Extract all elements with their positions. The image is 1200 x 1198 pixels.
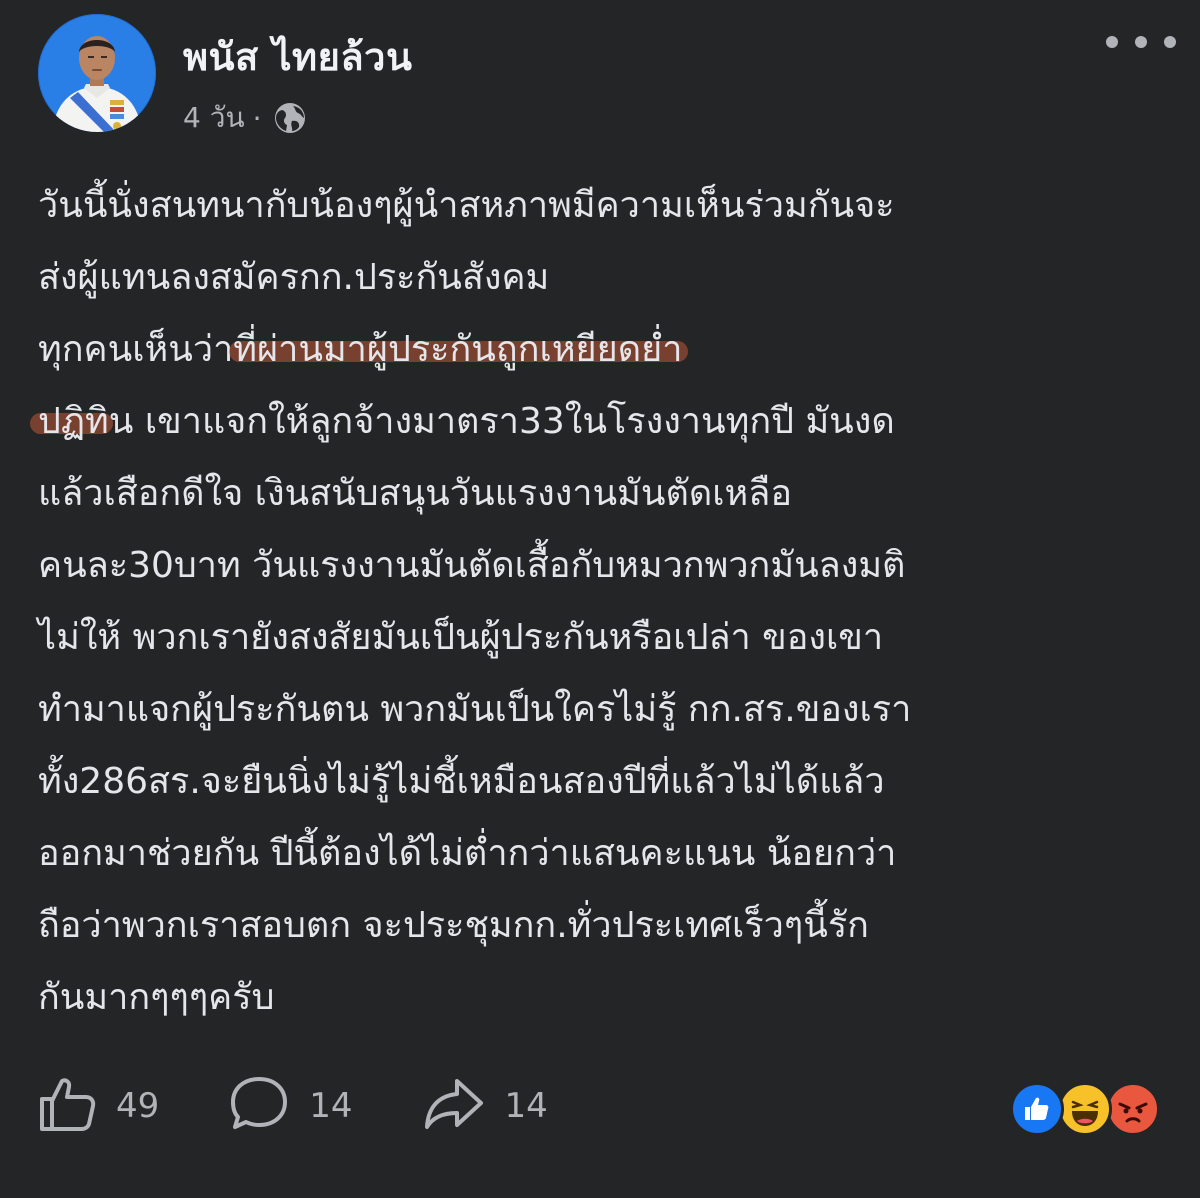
post-text-line: ออกมาช่วยกัน ปีนี้ต้องได้ไม่ต่ำกว่าแสนคะ… [38,818,1168,890]
author-name[interactable]: พนัส ไทยล้วน [183,26,412,87]
post-text-line: ทั้ง286สร.จะยืนนิ่งไม่รู้ไม่ชี้เหมือนสอง… [38,746,1168,818]
facebook-post: พนัส ไทยล้วน 4 วัน · วันนี้นั่งสนทนากับน… [0,0,1200,1198]
post-text-segment: ทุกคนเห็นว่า [38,329,234,370]
more-dots-icon [1164,36,1176,48]
angry-reaction-icon [1106,1082,1160,1136]
post-text-segment: ทั้ง286สร.จะยืนนิ่งไม่รู้ไม่ชี้เหมือนสอง… [38,761,885,802]
haha-reaction-icon [1058,1082,1112,1136]
highlighted-text: ที่ผ่านมาผู้ประกันถูกเหยียดย่ำ [233,329,683,370]
share-button[interactable]: 14 [423,1075,548,1137]
post-text-line: คนละ30บาท วันแรงงานมันตัดเสื้อกับหมวกพวก… [38,530,1168,602]
post-text-segment: น เขาแจกให้ลูกจ้างมาตรา33ในโรงงานทุกปี ม… [108,401,895,442]
meta-separator: · [252,101,262,135]
like-button[interactable]: 49 [38,1075,159,1137]
comment-bubble-icon [229,1075,289,1137]
share-count: 14 [504,1086,548,1126]
post-text-segment: ออกมาช่วยกัน ปีนี้ต้องได้ไม่ต่ำกว่าแสนคะ… [38,833,897,874]
post-text-segment: ไม่ให้ พวกเรายังสงสัยมันเป็นผู้ประกันหรื… [38,617,884,658]
post-text-line: วันนี้นั่งสนทนากับน้องๆผู้นำสหภาพมีความเ… [38,170,1168,242]
more-options-button[interactable] [1106,24,1176,60]
post-text-segment: วันนี้นั่งสนทนากับน้องๆผู้นำสหภาพมีความเ… [38,185,895,226]
author-avatar[interactable] [38,14,156,132]
like-reaction-icon [1010,1082,1064,1136]
post-text-line: ทำมาแจกผู้ประกันตน พวกมันเป็นใครไม่รู้ ก… [38,674,1168,746]
post-text-line: ปฏิทิน เขาแจกให้ลูกจ้างมาตรา33ในโรงงานทุ… [38,386,1168,458]
post-text-segment: ทำมาแจกผู้ประกันตน พวกมันเป็นใครไม่รู้ ก… [38,689,912,730]
avatar-photo [38,14,156,132]
post-text-segment: ส่งผู้แทนลงสมัครกก.ประกันสังคม [38,257,550,298]
comment-count: 14 [309,1086,353,1126]
post-text-line: แล้วเสือกดีใจ เงินสนับสนุนวันแรงงานมันตั… [38,458,1168,530]
post-text-line: กันมากๆๆๆครับ [38,962,1168,1034]
post-text-line: ถือว่าพวกเราสอบตก จะประชุมกก.ทั่วประเทศเ… [38,890,1168,962]
globe-icon[interactable] [273,101,307,135]
like-count: 49 [116,1086,160,1126]
post-timestamp[interactable]: 4 วัน [183,96,245,140]
share-arrow-icon [423,1075,485,1137]
post-text-line: ไม่ให้ พวกเรายังสงสัยมันเป็นผู้ประกันหรื… [38,602,1168,674]
comment-button[interactable]: 14 [229,1075,353,1137]
post-body: วันนี้นั่งสนทนากับน้องๆผู้นำสหภาพมีความเ… [38,170,1168,1034]
post-text-segment: คนละ30บาท วันแรงงานมันตัดเสื้อกับหมวกพวก… [38,545,906,586]
thumbs-up-icon [38,1075,96,1137]
post-text-segment: กันมากๆๆๆครับ [38,977,275,1018]
post-action-bar: 49 14 14 [38,1076,618,1136]
post-text-segment: แล้วเสือกดีใจ เงินสนับสนุนวันแรงงานมันตั… [38,473,792,514]
post-text-line: ทุกคนเห็นว่าที่ผ่านมาผู้ประกันถูกเหยียดย… [38,314,1168,386]
highlighted-text: ปฏิทิ [38,401,109,442]
reaction-summary[interactable] [1010,1078,1160,1136]
more-dots-icon [1135,36,1147,48]
post-text-line: ส่งผู้แทนลงสมัครกก.ประกันสังคม [38,242,1168,314]
post-text-segment: ถือว่าพวกเราสอบตก จะประชุมกก.ทั่วประเทศเ… [38,905,869,946]
post-meta: 4 วัน · [183,98,307,138]
more-dots-icon [1106,36,1118,48]
